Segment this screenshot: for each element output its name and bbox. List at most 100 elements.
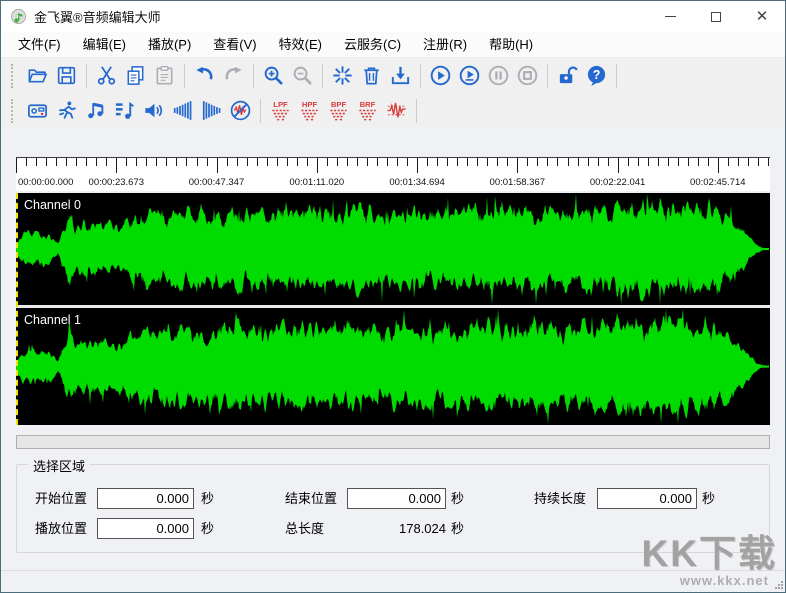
open-file-icon[interactable] xyxy=(23,61,52,90)
title-bar: 金飞翼®音频编辑大师 ✕ xyxy=(1,1,785,32)
waveform-channel-1[interactable] xyxy=(16,308,770,425)
ruler-minor-tick xyxy=(527,158,528,166)
ruler-minor-tick xyxy=(678,158,679,166)
minimize-icon xyxy=(665,16,676,17)
toolbar-grip[interactable] xyxy=(11,64,15,88)
ruler-time-label: 00:00:00.000 xyxy=(18,177,73,188)
minimize-button[interactable] xyxy=(647,1,693,32)
menu-play[interactable]: 播放(P) xyxy=(137,32,202,58)
menu-view[interactable]: 查看(V) xyxy=(202,32,267,58)
unlock-icon[interactable] xyxy=(553,61,582,90)
ruler-time-label: 00:01:34.694 xyxy=(389,177,444,188)
play-icon[interactable] xyxy=(426,61,455,90)
timeline-ruler[interactable]: 00:00:00.00000:00:23.67300:00:47.34700:0… xyxy=(16,157,770,191)
menu-cloud[interactable]: 云服务(C) xyxy=(333,32,412,58)
start-position-label: 开始位置 xyxy=(35,488,87,509)
brf-icon[interactable]: BRF xyxy=(353,96,382,125)
selection-title: 选择区域 xyxy=(28,456,90,475)
delete-icon[interactable] xyxy=(357,61,386,90)
equalizer-icon[interactable] xyxy=(382,96,411,125)
ruler-minor-tick xyxy=(287,158,288,166)
play-position-input[interactable] xyxy=(97,518,194,539)
maximize-button[interactable] xyxy=(693,1,739,32)
help-icon[interactable]: ? xyxy=(582,61,611,90)
ruler-minor-tick xyxy=(698,158,699,166)
undo-icon[interactable] xyxy=(190,61,219,90)
ruler-minor-tick xyxy=(36,158,37,166)
menu-help[interactable]: 帮助(H) xyxy=(478,32,544,58)
ruler-minor-tick xyxy=(477,158,478,166)
ruler-minor-tick xyxy=(146,158,147,166)
ruler-minor-tick xyxy=(557,158,558,166)
ruler-minor-tick xyxy=(568,158,569,166)
ruler-minor-tick xyxy=(197,158,198,166)
toolbar-separator xyxy=(322,64,323,88)
close-button[interactable]: ✕ xyxy=(739,1,785,32)
speed-icon[interactable] xyxy=(52,96,81,125)
lpf-icon[interactable]: LPF xyxy=(266,96,295,125)
ruler-minor-tick xyxy=(56,158,57,166)
menu-edit[interactable]: 编辑(E) xyxy=(72,32,137,58)
waveform-channel-0[interactable] xyxy=(16,193,770,305)
ruler-minor-tick xyxy=(467,158,468,166)
ruler-minor-tick xyxy=(337,158,338,166)
playhead-cursor[interactable] xyxy=(16,193,18,425)
watermark-logo: KK下载 xyxy=(642,535,777,572)
insert-icon[interactable] xyxy=(386,61,415,90)
toolbar-separator xyxy=(184,64,185,88)
bpf-icon[interactable]: BPF xyxy=(324,96,353,125)
ruler-minor-tick xyxy=(497,158,498,166)
svg-text:BRF: BRF xyxy=(360,100,376,109)
save-file-icon[interactable] xyxy=(52,61,81,90)
volume-icon[interactable] xyxy=(139,96,168,125)
ruler-minor-tick xyxy=(748,158,749,166)
end-position-input[interactable] xyxy=(347,488,446,509)
horizontal-scrollbar[interactable] xyxy=(16,435,770,449)
ruler-minor-tick xyxy=(136,158,137,166)
duration-input[interactable] xyxy=(597,488,697,509)
copy-icon[interactable] xyxy=(121,61,150,90)
svg-text:BPF: BPF xyxy=(331,100,347,109)
play-selection-icon[interactable] xyxy=(455,61,484,90)
ruler-minor-tick xyxy=(347,158,348,166)
ruler-minor-tick xyxy=(237,158,238,166)
svg-text:LPF: LPF xyxy=(273,100,288,109)
fade-out-icon[interactable] xyxy=(197,96,226,125)
fade-in-icon[interactable] xyxy=(168,96,197,125)
hpf-icon[interactable]: HPF xyxy=(295,96,324,125)
ruler-minor-tick xyxy=(66,158,67,166)
menu-file[interactable]: 文件(F) xyxy=(7,32,72,58)
note-bars-icon[interactable] xyxy=(110,96,139,125)
ruler-minor-tick xyxy=(457,158,458,166)
zoom-in-icon[interactable] xyxy=(259,61,288,90)
denoise-icon[interactable] xyxy=(226,96,255,125)
total-length-label: 总长度 xyxy=(285,518,324,539)
toolbar-separator xyxy=(616,64,617,88)
record-icon[interactable] xyxy=(23,96,52,125)
menu-register[interactable]: 注册(R) xyxy=(412,32,478,58)
ruler-major-tick xyxy=(417,158,418,173)
resize-grip[interactable] xyxy=(775,581,783,589)
watermark-site: www.kkx.net xyxy=(680,573,769,588)
ruler-minor-tick xyxy=(247,158,248,166)
trim-icon[interactable] xyxy=(328,61,357,90)
svg-text:?: ? xyxy=(593,68,601,82)
ruler-minor-tick xyxy=(537,158,538,166)
start-position-input[interactable] xyxy=(97,488,194,509)
ruler-minor-tick xyxy=(738,158,739,166)
waveform-area[interactable]: Channel 0 Channel 1 xyxy=(16,193,770,425)
ruler-major-tick xyxy=(16,158,17,173)
duration-unit-label: 秒 xyxy=(702,488,715,509)
ruler-minor-tick xyxy=(588,158,589,166)
cut-icon[interactable] xyxy=(92,61,121,90)
toolbar-separator xyxy=(547,64,548,88)
toolbar-grip[interactable] xyxy=(11,99,15,123)
svg-text:HPF: HPF xyxy=(302,100,318,109)
music-notes-icon[interactable] xyxy=(81,96,110,125)
menu-bar: 文件(F)编辑(E)播放(P)查看(V)特效(E)云服务(C)注册(R)帮助(H… xyxy=(1,32,785,58)
menu-effects[interactable]: 特效(E) xyxy=(268,32,333,58)
ruler-time-label: 00:00:23.673 xyxy=(89,177,144,188)
ruler-minor-tick xyxy=(628,158,629,166)
ruler-minor-tick xyxy=(186,158,187,166)
toolbar-main: ? xyxy=(1,58,785,93)
